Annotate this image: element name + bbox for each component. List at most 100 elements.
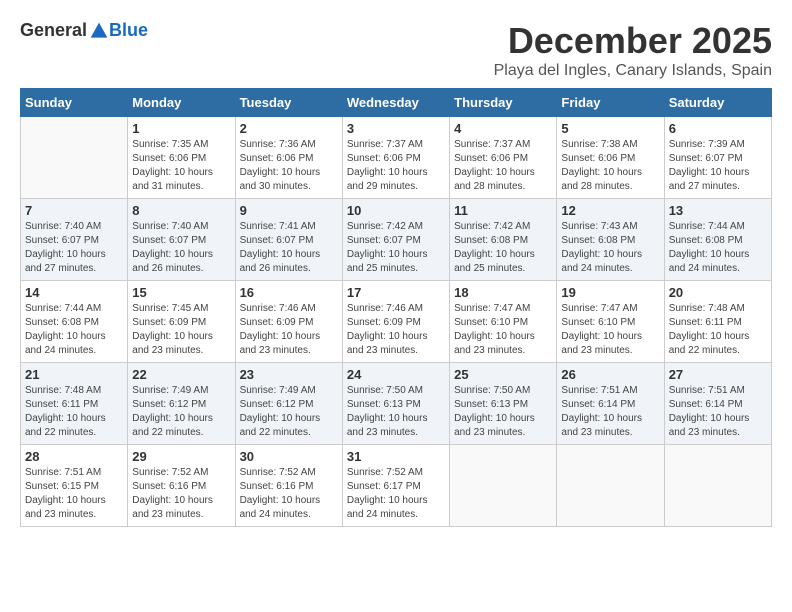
day-info: Sunrise: 7:42 AM Sunset: 6:07 PM Dayligh…	[347, 220, 445, 276]
logo-blue: Blue	[109, 20, 148, 41]
calendar-cell: 14 Sunrise: 7:44 AM Sunset: 6:08 PM Dayli…	[21, 281, 128, 363]
calendar-header-thursday: Thursday	[450, 89, 557, 117]
calendar-week-row: 1 Sunrise: 7:35 AM Sunset: 6:06 PM Daylig…	[21, 117, 772, 199]
day-number: 1	[132, 121, 230, 136]
day-number: 15	[132, 285, 230, 300]
calendar-cell: 3 Sunrise: 7:37 AM Sunset: 6:06 PM Daylig…	[342, 117, 449, 199]
day-number: 17	[347, 285, 445, 300]
day-number: 23	[240, 367, 338, 382]
day-number: 22	[132, 367, 230, 382]
calendar-header-wednesday: Wednesday	[342, 89, 449, 117]
calendar-cell: 13 Sunrise: 7:44 AM Sunset: 6:08 PM Dayli…	[664, 199, 771, 281]
day-info: Sunrise: 7:51 AM Sunset: 6:15 PM Dayligh…	[25, 466, 123, 522]
day-number: 9	[240, 203, 338, 218]
calendar-cell: 4 Sunrise: 7:37 AM Sunset: 6:06 PM Daylig…	[450, 117, 557, 199]
day-info: Sunrise: 7:35 AM Sunset: 6:06 PM Dayligh…	[132, 138, 230, 194]
calendar-cell: 18 Sunrise: 7:47 AM Sunset: 6:10 PM Dayli…	[450, 281, 557, 363]
day-number: 25	[454, 367, 552, 382]
calendar-cell: 10 Sunrise: 7:42 AM Sunset: 6:07 PM Dayli…	[342, 199, 449, 281]
calendar-cell: 28Sunrise: 7:51 AM Sunset: 6:15 PM Dayli…	[21, 445, 128, 527]
calendar-cell	[21, 117, 128, 199]
day-number: 26	[561, 367, 659, 382]
day-info: Sunrise: 7:48 AM Sunset: 6:11 PM Dayligh…	[669, 302, 767, 358]
month-title: December 2025	[494, 20, 772, 62]
day-number: 19	[561, 285, 659, 300]
calendar-header-monday: Monday	[128, 89, 235, 117]
day-number: 18	[454, 285, 552, 300]
day-info: Sunrise: 7:43 AM Sunset: 6:08 PM Dayligh…	[561, 220, 659, 276]
calendar-cell: 16Sunrise: 7:46 AM Sunset: 6:09 PM Dayli…	[235, 281, 342, 363]
day-number: 4	[454, 121, 552, 136]
day-info: Sunrise: 7:48 AM Sunset: 6:11 PM Dayligh…	[25, 384, 123, 440]
day-info: Sunrise: 7:40 AM Sunset: 6:07 PM Dayligh…	[25, 220, 123, 276]
day-info: Sunrise: 7:41 AM Sunset: 6:07 PM Dayligh…	[240, 220, 338, 276]
day-info: Sunrise: 7:50 AM Sunset: 6:13 PM Dayligh…	[347, 384, 445, 440]
page-header: General Blue December 2025 Playa del Ing…	[20, 20, 772, 80]
day-info: Sunrise: 7:37 AM Sunset: 6:06 PM Dayligh…	[347, 138, 445, 194]
calendar-cell: 24 Sunrise: 7:50 AM Sunset: 6:13 PM Dayli…	[342, 363, 449, 445]
calendar-cell: 23Sunrise: 7:49 AM Sunset: 6:12 PM Dayli…	[235, 363, 342, 445]
calendar-header-tuesday: Tuesday	[235, 89, 342, 117]
calendar-header-sunday: Sunday	[21, 89, 128, 117]
title-section: December 2025 Playa del Ingles, Canary I…	[494, 20, 772, 80]
calendar-cell: 11 Sunrise: 7:42 AM Sunset: 6:08 PM Dayli…	[450, 199, 557, 281]
day-info: Sunrise: 7:37 AM Sunset: 6:06 PM Dayligh…	[454, 138, 552, 194]
calendar-cell: 9 Sunrise: 7:41 AM Sunset: 6:07 PM Daylig…	[235, 199, 342, 281]
day-info: Sunrise: 7:40 AM Sunset: 6:07 PM Dayligh…	[132, 220, 230, 276]
calendar-cell: 15Sunrise: 7:45 AM Sunset: 6:09 PM Dayli…	[128, 281, 235, 363]
day-number: 29	[132, 449, 230, 464]
calendar-body: 1 Sunrise: 7:35 AM Sunset: 6:06 PM Daylig…	[21, 117, 772, 527]
logo-icon	[89, 21, 109, 41]
logo-general: General	[20, 20, 87, 41]
day-number: 2	[240, 121, 338, 136]
calendar-cell: 1 Sunrise: 7:35 AM Sunset: 6:06 PM Daylig…	[128, 117, 235, 199]
day-number: 20	[669, 285, 767, 300]
day-number: 30	[240, 449, 338, 464]
day-info: Sunrise: 7:47 AM Sunset: 6:10 PM Dayligh…	[561, 302, 659, 358]
day-info: Sunrise: 7:49 AM Sunset: 6:12 PM Dayligh…	[132, 384, 230, 440]
day-number: 31	[347, 449, 445, 464]
day-number: 10	[347, 203, 445, 218]
day-info: Sunrise: 7:51 AM Sunset: 6:14 PM Dayligh…	[561, 384, 659, 440]
calendar-table: SundayMondayTuesdayWednesdayThursdayFrid…	[20, 88, 772, 527]
calendar-cell: 2Sunrise: 7:36 AM Sunset: 6:06 PM Daylig…	[235, 117, 342, 199]
calendar-week-row: 14 Sunrise: 7:44 AM Sunset: 6:08 PM Dayli…	[21, 281, 772, 363]
calendar-cell: 26 Sunrise: 7:51 AM Sunset: 6:14 PM Dayli…	[557, 363, 664, 445]
calendar-cell: 30Sunrise: 7:52 AM Sunset: 6:16 PM Dayli…	[235, 445, 342, 527]
day-number: 3	[347, 121, 445, 136]
location-title: Playa del Ingles, Canary Islands, Spain	[494, 62, 772, 80]
day-info: Sunrise: 7:44 AM Sunset: 6:08 PM Dayligh…	[669, 220, 767, 276]
calendar-cell	[557, 445, 664, 527]
day-info: Sunrise: 7:47 AM Sunset: 6:10 PM Dayligh…	[454, 302, 552, 358]
calendar-cell: 22 Sunrise: 7:49 AM Sunset: 6:12 PM Dayli…	[128, 363, 235, 445]
calendar-week-row: 28Sunrise: 7:51 AM Sunset: 6:15 PM Dayli…	[21, 445, 772, 527]
calendar-cell: 7 Sunrise: 7:40 AM Sunset: 6:07 PM Daylig…	[21, 199, 128, 281]
day-number: 24	[347, 367, 445, 382]
day-number: 27	[669, 367, 767, 382]
calendar-cell: 25 Sunrise: 7:50 AM Sunset: 6:13 PM Dayli…	[450, 363, 557, 445]
day-info: Sunrise: 7:51 AM Sunset: 6:14 PM Dayligh…	[669, 384, 767, 440]
calendar-cell: 19 Sunrise: 7:47 AM Sunset: 6:10 PM Dayli…	[557, 281, 664, 363]
calendar-header-friday: Friday	[557, 89, 664, 117]
day-info: Sunrise: 7:42 AM Sunset: 6:08 PM Dayligh…	[454, 220, 552, 276]
day-info: Sunrise: 7:44 AM Sunset: 6:08 PM Dayligh…	[25, 302, 123, 358]
day-number: 13	[669, 203, 767, 218]
day-info: Sunrise: 7:46 AM Sunset: 6:09 PM Dayligh…	[347, 302, 445, 358]
calendar-header-row: SundayMondayTuesdayWednesdayThursdayFrid…	[21, 89, 772, 117]
day-number: 14	[25, 285, 123, 300]
calendar-cell: 6Sunrise: 7:39 AM Sunset: 6:07 PM Daylig…	[664, 117, 771, 199]
day-number: 8	[132, 203, 230, 218]
calendar-cell: 29 Sunrise: 7:52 AM Sunset: 6:16 PM Dayli…	[128, 445, 235, 527]
calendar-cell: 31Sunrise: 7:52 AM Sunset: 6:17 PM Dayli…	[342, 445, 449, 527]
day-info: Sunrise: 7:50 AM Sunset: 6:13 PM Dayligh…	[454, 384, 552, 440]
calendar-cell: 21Sunrise: 7:48 AM Sunset: 6:11 PM Dayli…	[21, 363, 128, 445]
calendar-cell	[664, 445, 771, 527]
day-info: Sunrise: 7:46 AM Sunset: 6:09 PM Dayligh…	[240, 302, 338, 358]
day-info: Sunrise: 7:52 AM Sunset: 6:16 PM Dayligh…	[132, 466, 230, 522]
calendar-cell: 5Sunrise: 7:38 AM Sunset: 6:06 PM Daylig…	[557, 117, 664, 199]
calendar-week-row: 7 Sunrise: 7:40 AM Sunset: 6:07 PM Daylig…	[21, 199, 772, 281]
day-info: Sunrise: 7:39 AM Sunset: 6:07 PM Dayligh…	[669, 138, 767, 194]
day-number: 11	[454, 203, 552, 218]
day-number: 7	[25, 203, 123, 218]
day-number: 12	[561, 203, 659, 218]
